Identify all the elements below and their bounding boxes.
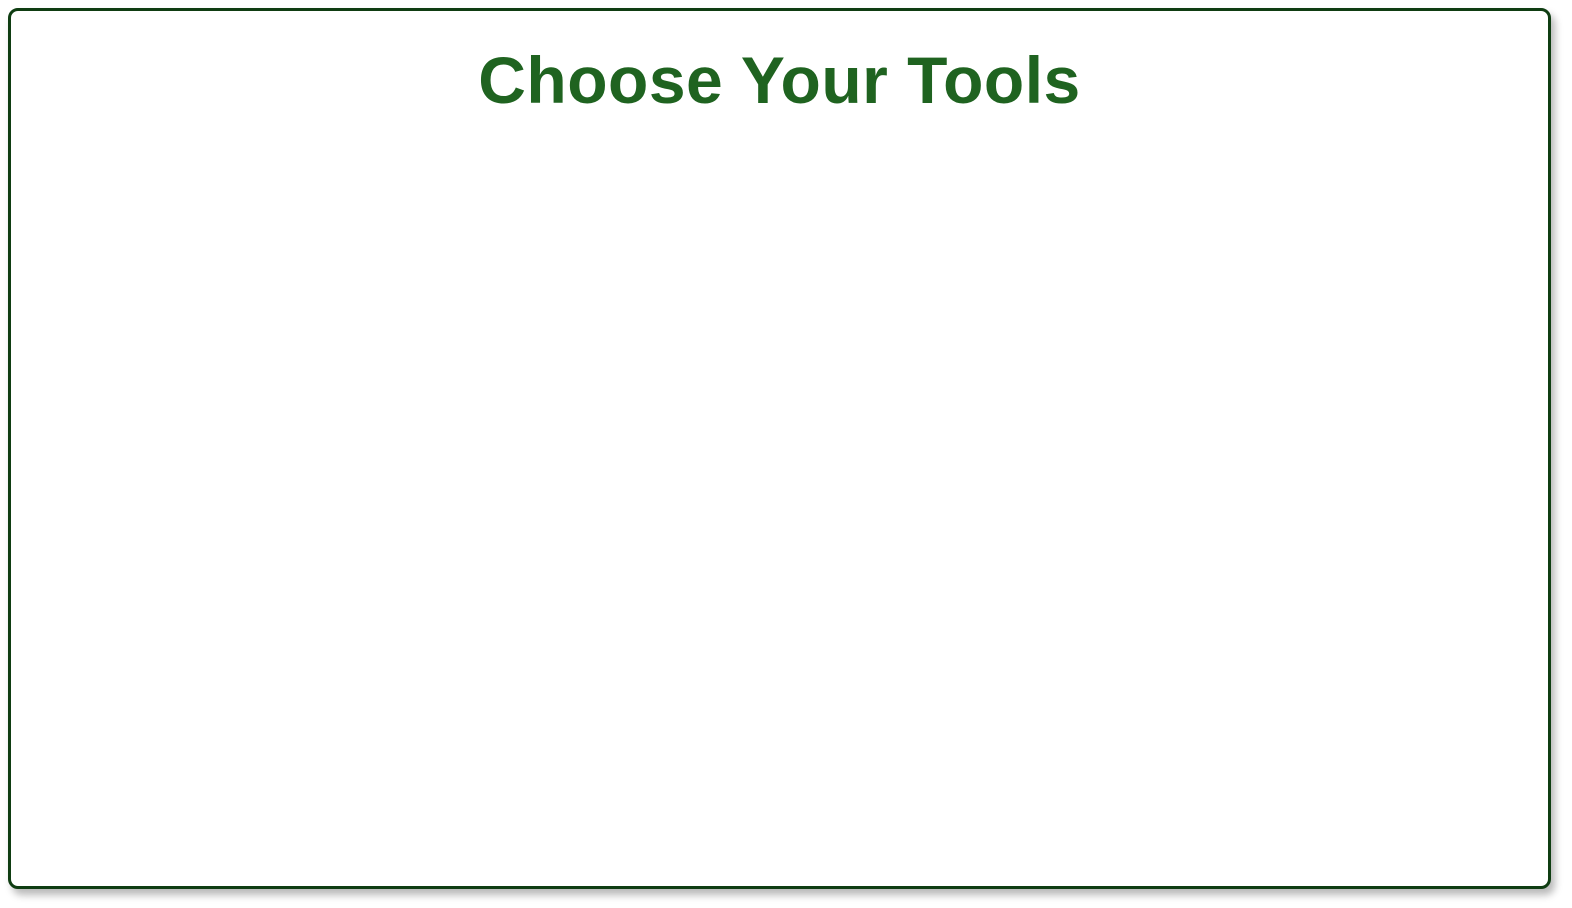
tool-selection-panel: Choose Your Tools: [8, 8, 1551, 889]
panel-title: Choose Your Tools: [478, 43, 1081, 117]
tool-options-area: [31, 141, 1528, 866]
